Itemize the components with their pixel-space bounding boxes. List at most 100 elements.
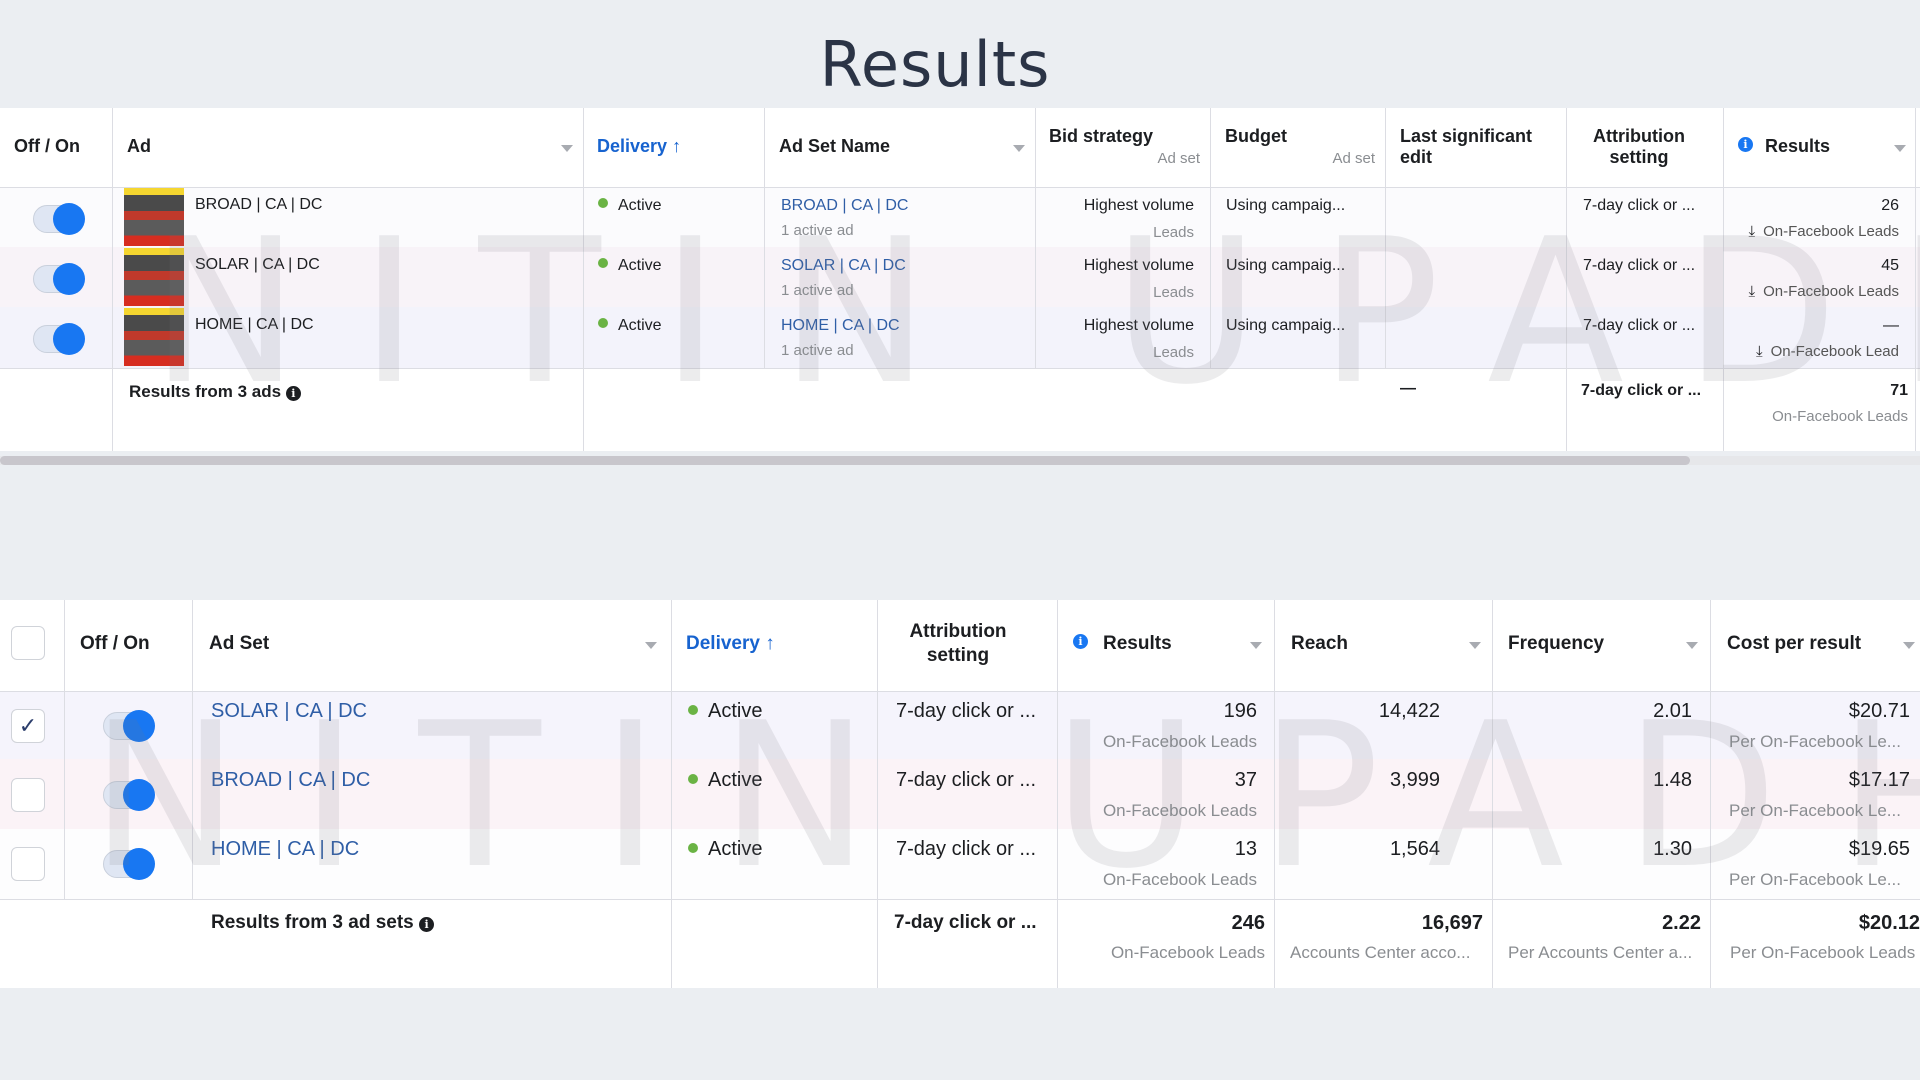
toggle-knob	[123, 848, 155, 880]
status-dot	[598, 198, 608, 208]
header-select-all	[0, 600, 65, 691]
header-delivery[interactable]: Delivery ↑	[584, 108, 765, 187]
ads-table: Off / On Ad Delivery ↑ Ad Set Name Bid s…	[0, 108, 1920, 451]
results-value: 196	[1223, 700, 1257, 722]
toggle-switch[interactable]	[103, 848, 155, 880]
cost-sub: Per On-Facebook Le...	[1729, 801, 1901, 820]
row-checkbox[interactable]: ✓	[11, 709, 45, 743]
header-ad-set-name[interactable]: Ad Set Name	[765, 108, 1036, 187]
col-border	[765, 188, 1036, 368]
select-all-checkbox[interactable]	[11, 626, 45, 660]
download-icon[interactable]: ⤓	[1748, 223, 1755, 240]
attribution: 7-day click or ...	[896, 838, 1037, 860]
summary-results: 71	[1890, 382, 1908, 399]
ad-set-link[interactable]: HOME | CA | DC	[211, 838, 359, 861]
toggle-knob	[123, 710, 155, 742]
bid-strategy: Highest volume	[1083, 257, 1194, 274]
download-icon[interactable]: ⤓	[1756, 343, 1763, 360]
reach-value: 14,422	[1378, 700, 1440, 722]
reach-value: 1,564	[1389, 838, 1440, 860]
header-off-on: Off / On	[0, 108, 113, 187]
header-last-significant-edit[interactable]: Last significant edit	[1386, 108, 1567, 187]
ad-set-link[interactable]: SOLAR | CA | DC	[211, 700, 367, 723]
row-checkbox[interactable]	[11, 778, 45, 812]
download-icon[interactable]: ⤓	[1748, 283, 1755, 300]
results-value: 26	[1881, 197, 1899, 214]
ad-set-link[interactable]: SOLAR | CA | DC	[781, 257, 906, 275]
summary-attribution: 7-day click or ...	[894, 912, 1037, 933]
header-budget[interactable]: Budget Ad set	[1211, 108, 1386, 187]
toggle-switch[interactable]	[33, 263, 85, 295]
horizontal-scrollbar-thumb[interactable]	[0, 456, 1690, 465]
chevron-down-icon[interactable]	[1469, 642, 1481, 649]
row-checkbox[interactable]	[11, 847, 45, 881]
toggle-switch[interactable]	[33, 203, 85, 235]
header-attribution-setting[interactable]: Attribution setting	[878, 600, 1058, 691]
header-ad[interactable]: Ad	[113, 108, 584, 187]
chevron-down-icon[interactable]	[1250, 642, 1262, 649]
cost-value: $17.17	[1848, 769, 1910, 791]
header-results[interactable]: i Results	[1724, 108, 1916, 187]
header-frequency[interactable]: Frequency	[1493, 600, 1711, 691]
header-results[interactable]: i Results	[1058, 600, 1275, 691]
summary-last-edit: —	[1400, 380, 1416, 397]
ad-name[interactable]: HOME | CA | DC	[195, 316, 314, 334]
ad-thumbnail	[124, 248, 184, 306]
toggle-switch[interactable]	[103, 710, 155, 742]
results-value: 37	[1234, 769, 1257, 791]
summary-reach-sub: Accounts Center acco...	[1290, 943, 1471, 962]
delivery-status: Active	[688, 838, 762, 861]
ad-set-link[interactable]: HOME | CA | DC	[781, 317, 900, 335]
summary-label: Results from 3 ad sets	[211, 912, 414, 933]
bid-sub: Leads	[1153, 224, 1194, 241]
bid-strategy: Highest volume	[1083, 197, 1194, 214]
results-value: 45	[1881, 257, 1899, 274]
info-icon[interactable]: i	[1073, 634, 1088, 649]
chevron-down-icon[interactable]	[1013, 145, 1025, 152]
chevron-down-icon[interactable]	[561, 145, 573, 152]
toggle-switch[interactable]	[103, 779, 155, 811]
col-border	[584, 188, 765, 368]
ad-set-link[interactable]: BROAD | CA | DC	[781, 197, 908, 215]
summary-attribution: 7-day click or ...	[1581, 382, 1702, 399]
toggle-knob	[53, 323, 85, 355]
header-off-on: Off / On	[65, 600, 193, 691]
toggle-switch[interactable]	[33, 323, 85, 355]
reach-value: 3,999	[1389, 769, 1440, 791]
header-cost-per-result[interactable]: Cost per result	[1711, 600, 1920, 691]
toggle-knob	[53, 203, 85, 235]
status-dot	[598, 258, 608, 268]
ad-set-link[interactable]: BROAD | CA | DC	[211, 769, 370, 792]
status-dot	[688, 843, 698, 853]
info-icon[interactable]: i	[285, 386, 301, 401]
results-sub: ⤓ On-Facebook Leads	[1748, 283, 1899, 300]
chevron-down-icon[interactable]	[645, 642, 657, 649]
summary-label: Results from 3 ads	[129, 382, 282, 401]
ad-name[interactable]: SOLAR | CA | DC	[195, 256, 320, 274]
delivery-status: Active	[598, 197, 662, 215]
chevron-down-icon[interactable]	[1903, 642, 1915, 649]
frequency-value: 2.01	[1653, 700, 1692, 722]
budget: Using campaig...	[1226, 197, 1346, 214]
header-ad-set[interactable]: Ad Set	[193, 600, 672, 691]
header-attribution-setting[interactable]: Attribution setting	[1567, 108, 1724, 187]
chevron-down-icon[interactable]	[1894, 145, 1906, 152]
cost-value: $19.65	[1848, 838, 1910, 860]
summary-results-sub: On-Facebook Leads	[1772, 408, 1908, 425]
header-reach[interactable]: Reach	[1275, 600, 1493, 691]
info-icon[interactable]: i	[419, 917, 435, 932]
delivery-status: Active	[688, 700, 762, 723]
header-bid-strategy[interactable]: Bid strategy Ad set	[1036, 108, 1211, 187]
info-icon[interactable]: i	[1738, 137, 1753, 152]
summary-cost: $20.12	[1858, 912, 1920, 934]
chevron-down-icon[interactable]	[1686, 642, 1698, 649]
header-delivery[interactable]: Delivery ↑	[672, 600, 878, 691]
adsets-table: Off / On Ad Set Delivery ↑ Attribution s…	[0, 600, 1920, 988]
results-value: —	[1883, 317, 1899, 334]
page-title: Results	[819, 28, 1051, 101]
delivery-status: Active	[598, 317, 662, 335]
cost-sub: Per On-Facebook Le...	[1729, 870, 1901, 889]
bid-strategy: Highest volume	[1083, 317, 1194, 334]
delivery-status: Active	[688, 769, 762, 792]
ad-name[interactable]: BROAD | CA | DC	[195, 196, 322, 214]
